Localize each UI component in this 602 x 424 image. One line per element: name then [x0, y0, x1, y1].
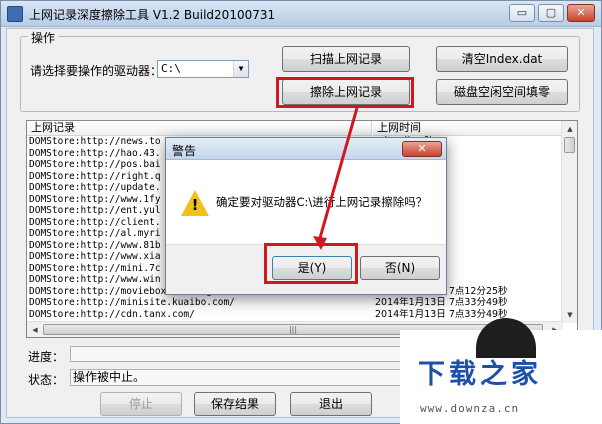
watermark-url: www.downza.cn [420, 402, 520, 415]
watermark-text: 下载之家 [418, 359, 542, 390]
